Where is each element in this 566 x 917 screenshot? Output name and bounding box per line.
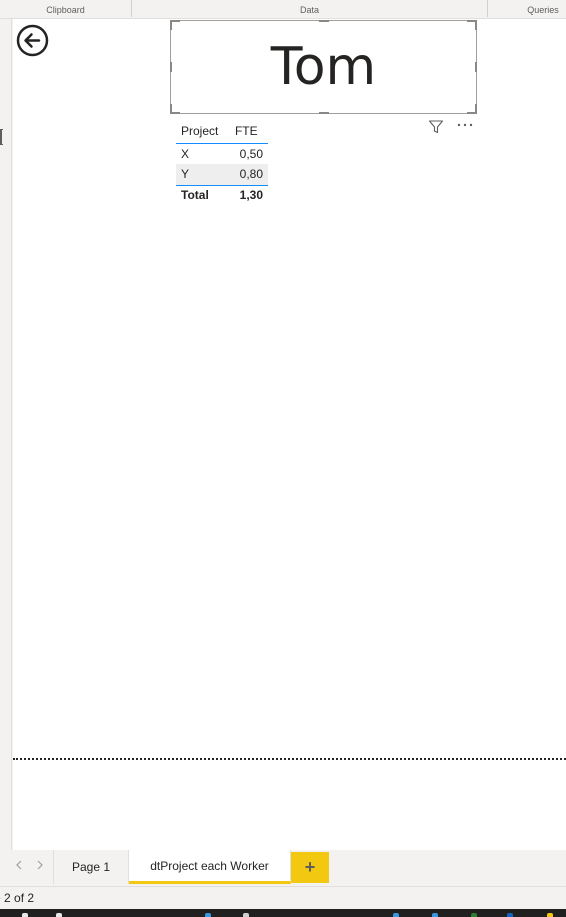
resize-handle[interactable] [475,20,477,30]
resize-handle[interactable] [475,62,477,72]
page-break-line [13,758,566,760]
resize-handle[interactable] [319,112,329,114]
resize-handle[interactable] [170,104,172,114]
filter-icon[interactable] [428,119,444,137]
taskbar-app-icon[interactable] [205,913,211,917]
taskbar-app-icon[interactable] [243,913,249,917]
status-bar: e 2 of 2 [0,886,566,909]
more-options-icon[interactable] [456,117,474,135]
taskbar-app-icon[interactable] [56,913,62,917]
table-row[interactable]: X 0,50 [176,143,268,164]
resize-handle[interactable] [170,62,172,72]
back-button[interactable] [16,24,49,57]
cell-fte: 0,80 [229,164,268,185]
column-header-fte[interactable]: FTE [229,119,268,144]
resize-handle[interactable] [475,104,477,114]
cell-fte: 0,50 [239,146,263,161]
back-arrow-circle-icon [16,24,49,57]
page-tabs-bar: Page 1 dtProject each Worker + [0,850,566,885]
card-visual[interactable]: Tom [170,20,477,114]
ribbon-group-queries: Queries [488,0,566,19]
card-value: Tom [270,37,377,97]
ribbon-group-clipboard: Clipboard [0,0,131,19]
taskbar [0,909,566,917]
tab-dtproject-each-worker[interactable]: dtProject each Worker [129,850,291,884]
chevron-left-icon[interactable] [16,860,22,873]
total-label: Total [176,184,230,205]
tab-page-1[interactable]: Page 1 [53,850,129,884]
add-page-button[interactable]: + [291,852,329,883]
plus-icon: + [304,857,316,877]
column-header-project[interactable]: Project [176,119,230,144]
collapse-pane-icon[interactable] [0,129,3,145]
left-rail [0,19,12,850]
taskbar-app-icon[interactable] [507,913,513,917]
tab-label: dtProject each Worker [150,858,269,873]
taskbar-app-icon[interactable] [393,913,399,917]
table-row[interactable]: Y 0,80 [176,164,268,185]
taskbar-app-icon[interactable] [22,913,28,917]
project-fte-table: Project FTE X 0,50 Y 0,80 Total 1,30 [176,119,268,205]
total-value: 1,30 [229,184,268,205]
tab-label: Page 1 [71,860,111,874]
cell-project: X [181,146,190,161]
cell-project: Y [176,164,230,185]
ribbon-group-data: Data [132,0,487,19]
report-canvas[interactable]: Tom Project FTE X 0,50 Y 0,80 Total 1,30 [13,19,566,850]
taskbar-app-icon[interactable] [547,913,553,917]
ribbon-group-queries-label: Queries [527,4,559,15]
ribbon-group-data-label: Data [299,4,319,15]
taskbar-app-icon[interactable] [471,913,477,917]
taskbar-app-icon[interactable] [432,913,438,917]
ribbon-group-labels: Clipboard Data Queries [0,0,566,19]
resize-handle[interactable] [319,20,329,22]
table-total-row: Total 1,30 [176,184,268,205]
page-indicator: e 2 of 2 [0,891,35,905]
chevron-right-icon[interactable] [37,860,43,873]
visual-header [425,119,479,139]
table-visual[interactable]: Project FTE X 0,50 Y 0,80 Total 1,30 [176,119,270,205]
resize-handle[interactable] [170,20,172,30]
ribbon-group-clipboard-label: Clipboard [46,4,85,15]
table-header-row: Project FTE [176,119,268,144]
